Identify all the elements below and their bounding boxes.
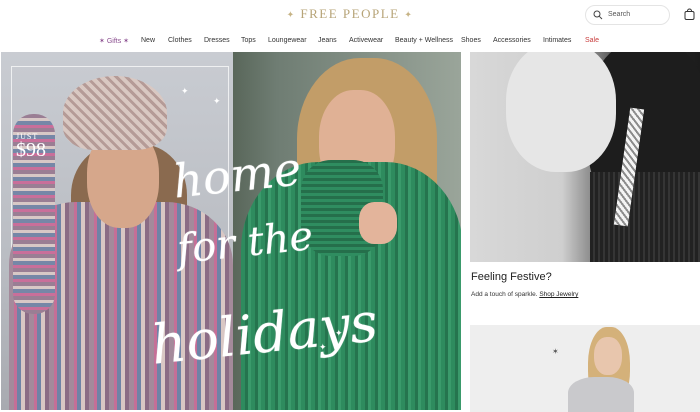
price-callout: JUST $98: [16, 132, 46, 162]
logo-star-left-icon: ✦: [286, 9, 296, 20]
main-nav: ✶ Gifts ✶ New Clothes Dresses Tops Loung…: [0, 37, 700, 49]
promo-desc-text: Add a touch of sparkle.: [471, 291, 538, 298]
promo-model-face: [506, 52, 616, 172]
search-box[interactable]: Search: [585, 5, 670, 25]
model-beanie: [63, 76, 167, 150]
search-placeholder: Search: [608, 11, 631, 18]
sparkle-icon: ✦: [319, 342, 327, 352]
sparkle-icon: ✦: [335, 328, 343, 338]
promo-title: Feeling Festive?: [471, 271, 552, 283]
nav-item-gifts[interactable]: ✶ Gifts ✶: [99, 37, 129, 45]
promo-image-second[interactable]: ✶: [470, 325, 700, 412]
nav-item-activewear[interactable]: Activewear: [349, 37, 383, 44]
nav-item-beauty-wellness[interactable]: Beauty + Wellness: [395, 37, 453, 44]
nav-item-intimates[interactable]: Intimates: [543, 37, 571, 44]
nav-item-clothes[interactable]: Clothes: [168, 37, 192, 44]
promo-model-sweater: [590, 172, 700, 262]
promo-description: Add a touch of sparkle. Shop Jewelry: [471, 291, 578, 298]
model2-hand: [359, 202, 397, 244]
nav-item-tops[interactable]: Tops: [241, 37, 256, 44]
nav-item-jeans[interactable]: Jeans: [318, 37, 337, 44]
logo-text: FREE PEOPLE: [300, 6, 400, 21]
shopping-bag-icon[interactable]: [684, 8, 695, 20]
nav-item-sale[interactable]: Sale: [585, 37, 599, 44]
search-icon: [593, 10, 603, 20]
star-icon: ✶: [552, 347, 559, 356]
logo-star-right-icon: ✦: [404, 9, 414, 20]
nav-item-accessories[interactable]: Accessories: [493, 37, 531, 44]
hero-banner[interactable]: JUST $98 home for the holidays ✦ ✦ ✦ ✦: [1, 52, 461, 410]
nav-label: Gifts: [106, 38, 122, 45]
nav-item-new[interactable]: New: [141, 37, 155, 44]
nav-item-shoes[interactable]: Shoes: [461, 37, 481, 44]
sparkle-icon: ✦: [181, 86, 189, 96]
nav-item-dresses[interactable]: Dresses: [204, 37, 230, 44]
sparkle-icon: ✦: [213, 96, 221, 106]
promo-image-jewelry[interactable]: [470, 52, 700, 262]
site-header: ✦ FREE PEOPLE ✦ Search ✶ Gifts ✶ New Clo…: [0, 0, 700, 50]
promo2-model-face: [594, 337, 622, 375]
nav-item-loungewear[interactable]: Loungewear: [268, 37, 307, 44]
promo2-model-top: [568, 377, 634, 412]
price-amount: $98: [16, 139, 46, 161]
shop-jewelry-link[interactable]: Shop Jewelry: [539, 291, 578, 298]
